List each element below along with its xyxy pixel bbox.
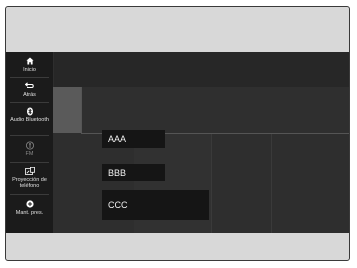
list-item-label: BBB [108,167,127,178]
sidebar-item-label: Audio Bluetooth [10,117,49,123]
sidebar-item-phone-projection[interactable]: Proyección de teléfono [6,166,53,189]
list-item-label: CCC [108,200,128,210]
sidebar-item-label: Inicio [23,67,36,73]
sidebar-item-back[interactable]: Atrás [6,81,53,98]
sidebar-divider [10,162,49,163]
sidebar-item-home[interactable]: Inicio [6,56,53,73]
list-item[interactable]: CCC [102,190,209,220]
list-item-label: AAA [108,134,127,144]
bluetooth-icon [25,106,35,116]
list-item[interactable]: AAA [102,130,165,148]
selected-row-area [81,87,349,134]
selection-indicator [53,87,81,133]
back-icon [25,81,35,91]
sidebar-item-label: Proyección de teléfono [12,177,47,189]
header-bar [54,52,349,88]
sidebar-item-fm[interactable]: FM [6,140,53,157]
list-item[interactable]: BBB [102,164,165,181]
sidebar-divider [10,102,49,103]
sidebar-divider [10,135,49,136]
display-frame: Inicio Atrás Audio Bluetooth FM Proyecci… [5,6,350,261]
infotainment-screen: Inicio Atrás Audio Bluetooth FM Proyecci… [6,52,349,233]
sidebar-item-label: Atrás [23,92,36,98]
sidebar-divider [10,194,49,195]
sidebar-item-label: FM [25,151,34,157]
sidebar-item-bluetooth-audio[interactable]: Audio Bluetooth [6,106,53,123]
add-preset-icon [25,199,35,209]
sidebar-divider [10,77,49,78]
fm-icon [25,140,35,150]
sidebar-item-label: Mant. pres. [15,210,44,216]
sidebar: Inicio Atrás Audio Bluetooth FM Proyecci… [6,52,53,233]
sidebar-item-save-preset[interactable]: Mant. pres. [6,199,53,216]
home-icon [25,56,35,66]
phone-projection-icon [24,166,35,176]
